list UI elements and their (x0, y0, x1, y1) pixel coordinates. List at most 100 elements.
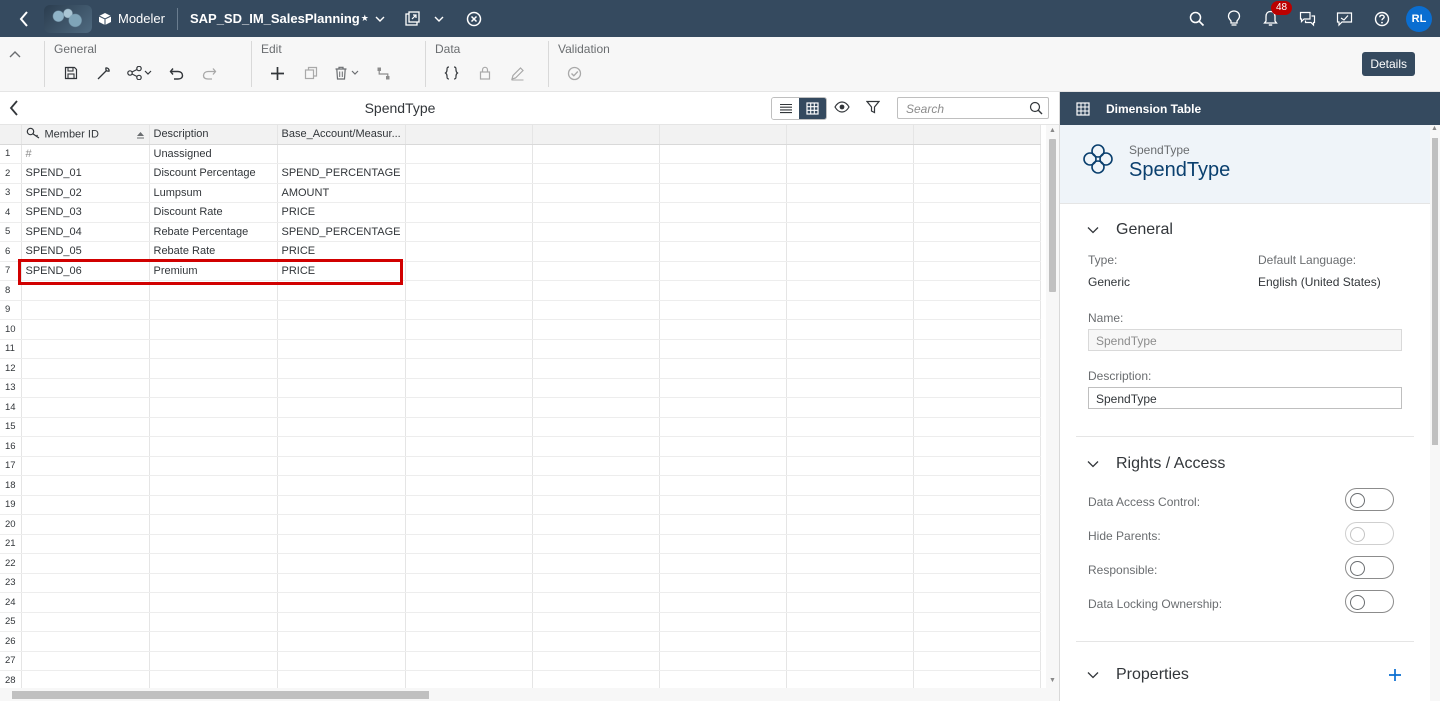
empty-cell[interactable] (786, 631, 914, 652)
empty-cell[interactable] (405, 319, 533, 340)
tenant-logo[interactable] (44, 4, 92, 33)
table-row[interactable]: 17 (0, 456, 1041, 476)
table-row[interactable]: 27 (0, 651, 1041, 671)
row-number[interactable]: 11 (0, 339, 22, 359)
empty-cell[interactable] (277, 495, 406, 515)
scroll-down-icon[interactable]: ▼ (1049, 677, 1056, 684)
hierarchy-icon[interactable] (367, 63, 400, 83)
empty-cell[interactable] (659, 261, 787, 281)
empty-cell[interactable] (405, 573, 533, 593)
chevron-down-icon[interactable] (1087, 226, 1101, 234)
table-row[interactable]: 4 SPEND_03 Discount Rate PRICE (0, 202, 1041, 223)
empty-cell[interactable] (149, 300, 278, 320)
empty-cell[interactable] (405, 222, 533, 242)
table-cell[interactable]: Discount Rate (149, 202, 278, 223)
scroll-thumb[interactable] (1432, 138, 1438, 445)
empty-cell[interactable] (913, 553, 1041, 574)
add-property-icon[interactable] (1388, 668, 1402, 687)
empty-cell[interactable] (277, 339, 406, 359)
empty-cell[interactable] (277, 319, 406, 340)
scroll-up-icon[interactable]: ▲ (1431, 125, 1438, 132)
table-cell[interactable]: Rebate Rate (149, 241, 278, 262)
empty-cell[interactable] (659, 183, 787, 203)
empty-cell[interactable] (405, 397, 533, 418)
row-number[interactable]: 22 (0, 553, 22, 574)
table-row[interactable]: 3 SPEND_02 Lumpsum AMOUNT (0, 183, 1041, 203)
empty-cell[interactable] (532, 456, 660, 476)
row-number[interactable]: 3 (0, 183, 22, 203)
empty-cell[interactable] (149, 534, 278, 554)
empty-cell[interactable] (532, 495, 660, 515)
empty-cell[interactable] (405, 417, 533, 437)
empty-cell[interactable] (913, 514, 1041, 535)
empty-cell[interactable] (532, 202, 660, 223)
empty-cell[interactable] (913, 183, 1041, 203)
table-row[interactable]: 21 (0, 534, 1041, 554)
empty-cell[interactable] (659, 456, 787, 476)
empty-cell[interactable] (786, 553, 914, 574)
empty-cell[interactable] (21, 534, 150, 554)
empty-cell[interactable] (21, 319, 150, 340)
empty-cell[interactable] (786, 651, 914, 671)
table-cell[interactable]: SPEND_PERCENTAGE (277, 222, 406, 242)
empty-cell[interactable] (659, 553, 787, 574)
empty-cell[interactable] (532, 339, 660, 359)
details-button[interactable]: Details (1362, 52, 1415, 76)
formula-braces-icon[interactable] (435, 63, 468, 83)
empty-cell[interactable] (21, 436, 150, 457)
empty-cell[interactable] (149, 573, 278, 593)
empty-cell[interactable] (532, 280, 660, 301)
description-field[interactable]: SpendType (1088, 387, 1402, 409)
row-number[interactable]: 17 (0, 456, 22, 476)
empty-cell[interactable] (786, 573, 914, 593)
chevron-down-icon[interactable] (375, 16, 385, 22)
empty-cell[interactable] (405, 495, 533, 515)
empty-cell[interactable] (659, 631, 787, 652)
empty-cell[interactable] (405, 670, 533, 688)
empty-cell[interactable] (532, 670, 660, 688)
empty-cell[interactable] (149, 670, 278, 688)
empty-cell[interactable] (913, 417, 1041, 437)
row-number[interactable]: 4 (0, 202, 22, 223)
empty-cell[interactable] (913, 222, 1041, 242)
empty-cell[interactable] (659, 417, 787, 437)
empty-cell[interactable] (659, 475, 787, 496)
empty-cell[interactable] (913, 670, 1041, 688)
empty-cell[interactable] (659, 222, 787, 242)
row-number[interactable]: 27 (0, 651, 22, 671)
validate-check-icon[interactable] (558, 63, 591, 83)
empty-cell[interactable] (277, 358, 406, 379)
column-header-base-account[interactable]: Base_Account/Measur... (277, 125, 406, 145)
chevron-up-icon[interactable] (9, 45, 21, 63)
empty-cell[interactable] (659, 534, 787, 554)
empty-cell[interactable] (21, 300, 150, 320)
details-vertical-scrollbar[interactable]: ▲ (1430, 125, 1440, 701)
empty-cell[interactable] (786, 592, 914, 613)
column-header-empty[interactable] (913, 125, 1041, 145)
empty-cell[interactable] (659, 280, 787, 301)
scroll-up-icon[interactable]: ▲ (1049, 127, 1056, 134)
empty-cell[interactable] (659, 436, 787, 457)
empty-cell[interactable] (149, 397, 278, 418)
row-number[interactable]: 21 (0, 534, 22, 554)
help-icon[interactable] (1363, 0, 1400, 37)
table-cell[interactable] (277, 144, 406, 164)
empty-cell[interactable] (405, 261, 533, 281)
empty-cell[interactable] (532, 631, 660, 652)
row-number[interactable]: 14 (0, 397, 22, 418)
table-row[interactable]: 7 SPEND_06 Premium PRICE (0, 261, 1041, 281)
empty-cell[interactable] (149, 592, 278, 613)
empty-cell[interactable] (786, 183, 914, 203)
empty-cell[interactable] (786, 670, 914, 688)
empty-cell[interactable] (21, 553, 150, 574)
empty-cell[interactable] (405, 202, 533, 223)
empty-cell[interactable] (532, 183, 660, 203)
empty-cell[interactable] (786, 495, 914, 515)
table-cell[interactable]: SPEND_PERCENTAGE (277, 163, 406, 184)
empty-cell[interactable] (913, 456, 1041, 476)
empty-cell[interactable] (532, 417, 660, 437)
table-cell[interactable]: PRICE (277, 261, 406, 281)
empty-cell[interactable] (786, 612, 914, 632)
section-general-header[interactable]: General (1087, 221, 1173, 239)
scroll-thumb[interactable] (12, 691, 429, 699)
